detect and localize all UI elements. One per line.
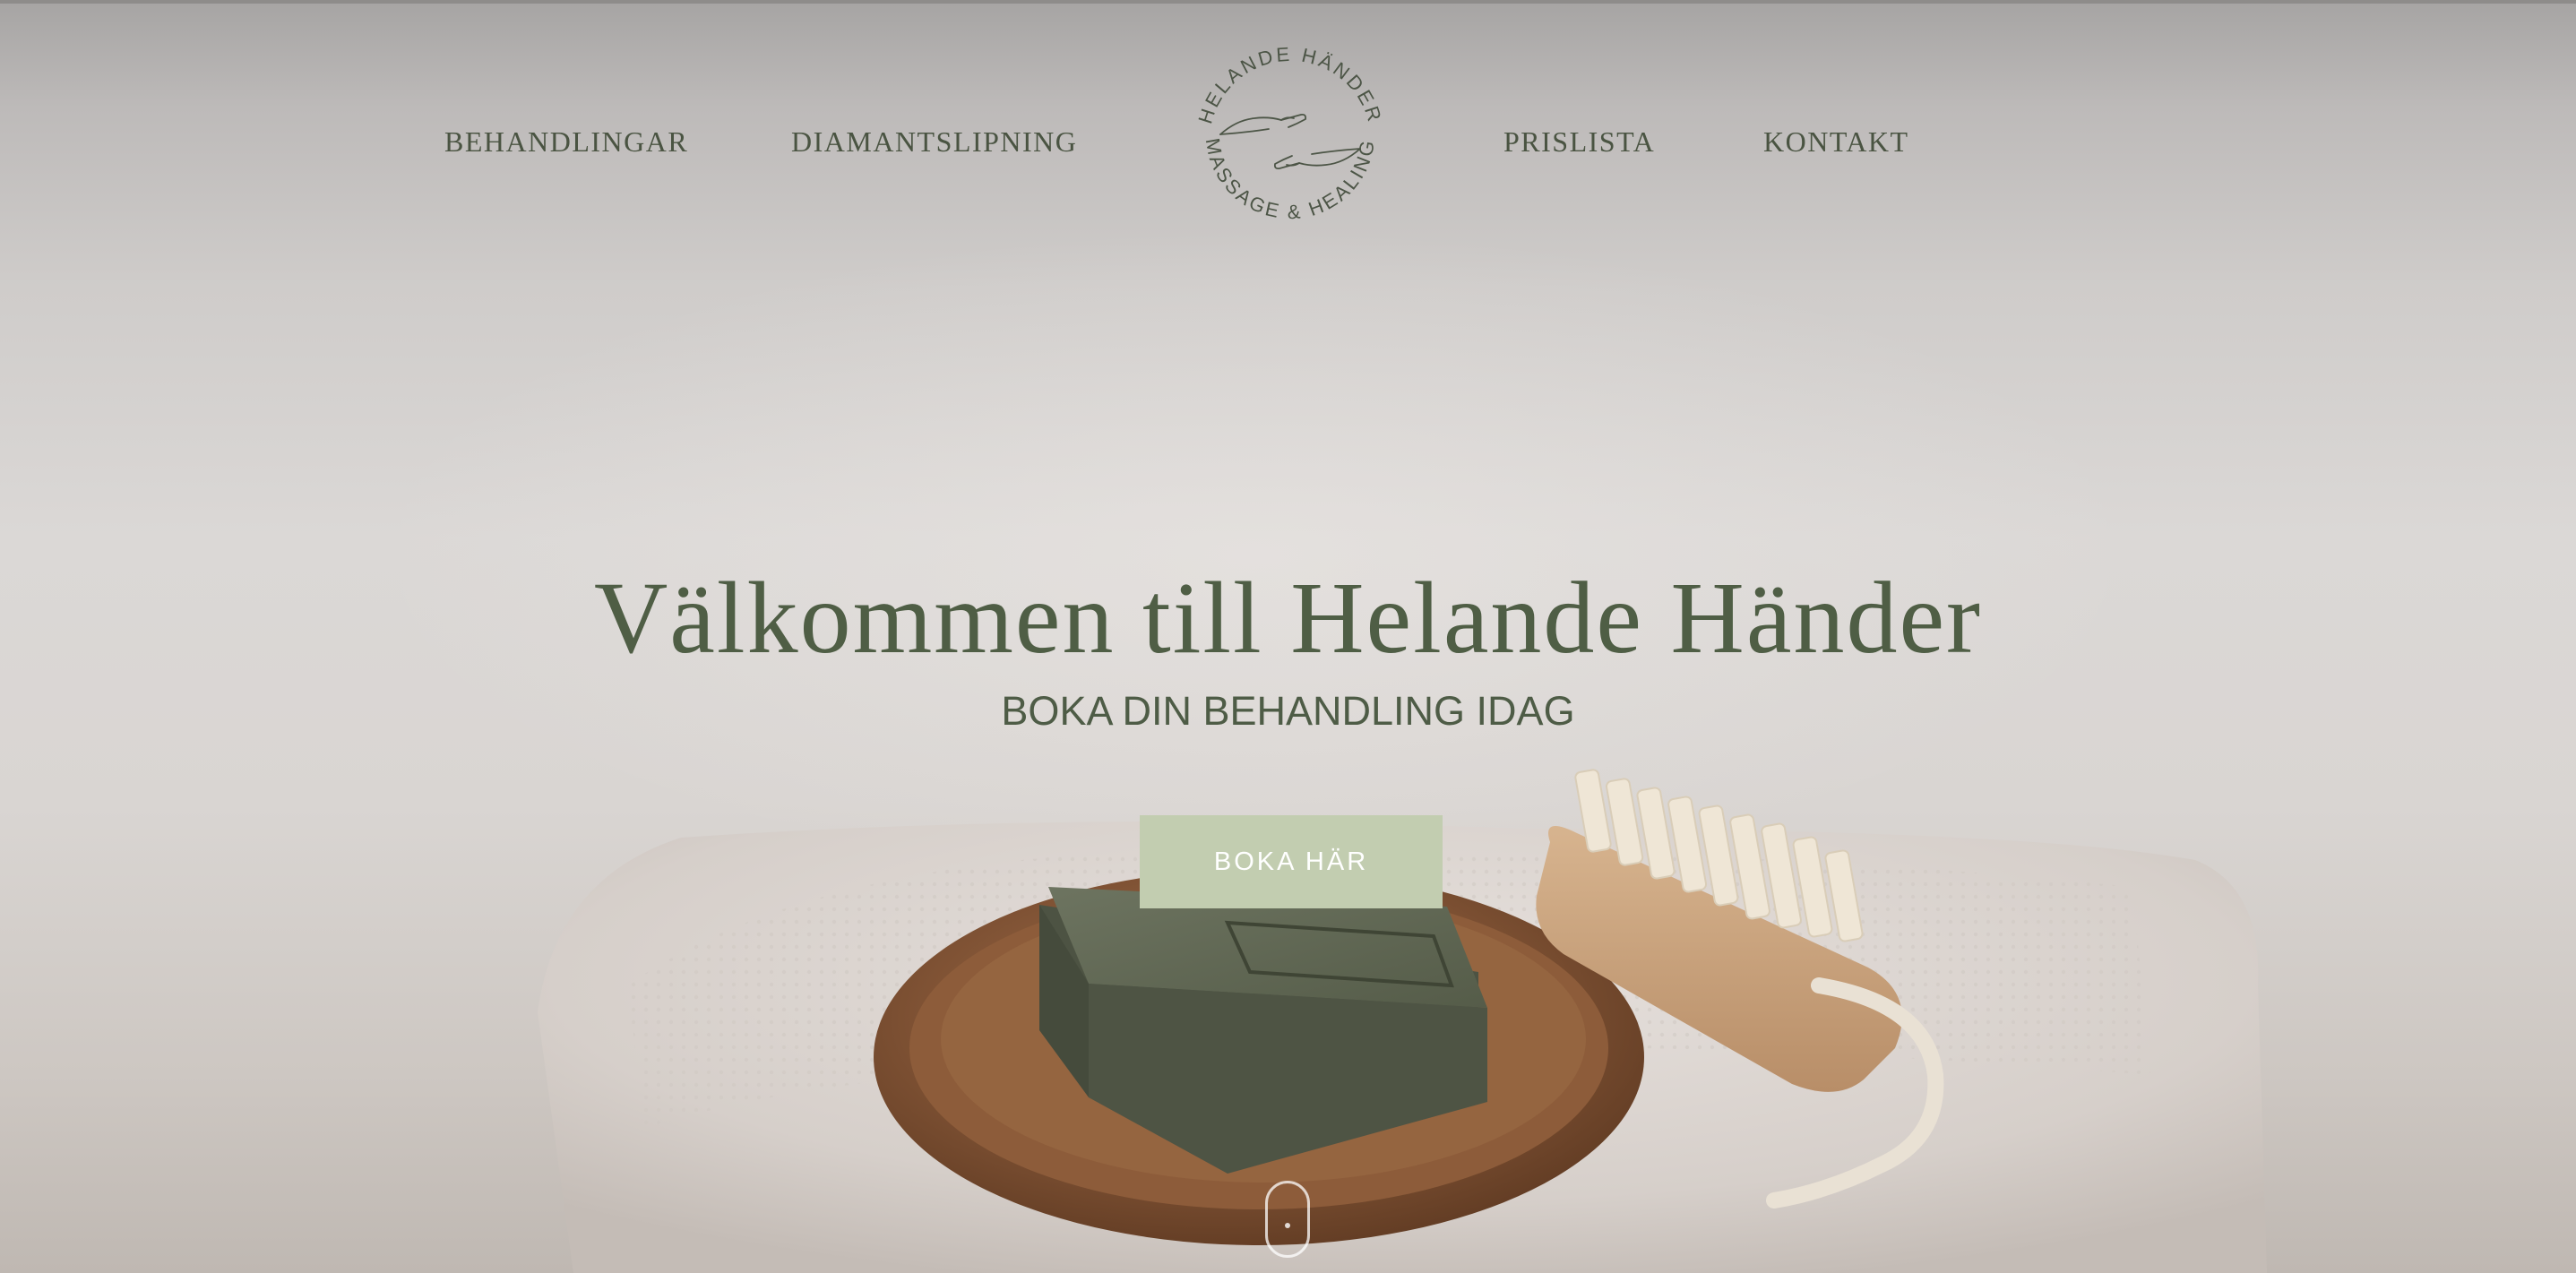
scroll-dot-icon <box>1285 1223 1290 1228</box>
hero-headline: Välkommen till Helande Händer <box>593 561 1983 675</box>
hero-section: BEHANDLINGAR DIAMANTSLIPNING PRISLISTA K… <box>0 0 2576 1273</box>
nav-item-behandlingar[interactable]: BEHANDLINGAR <box>444 125 688 159</box>
book-now-button[interactable]: BOKA HÄR <box>1140 815 1443 908</box>
site-logo[interactable]: HELANDE HÄNDER MASSAGE & HEALING <box>1183 34 1398 249</box>
scroll-down-indicator[interactable] <box>1265 1181 1310 1258</box>
nav-item-diamantslipning[interactable]: DIAMANTSLIPNING <box>791 125 1077 159</box>
logo-text-top: HELANDE HÄNDER <box>1193 43 1386 126</box>
nav-item-kontakt[interactable]: KONTAKT <box>1763 125 1909 159</box>
hands-icon <box>1219 113 1361 170</box>
hero-subheadline: BOKA DIN BEHANDLING IDAG <box>1001 688 1575 734</box>
nav-item-prislista[interactable]: PRISLISTA <box>1503 125 1655 159</box>
